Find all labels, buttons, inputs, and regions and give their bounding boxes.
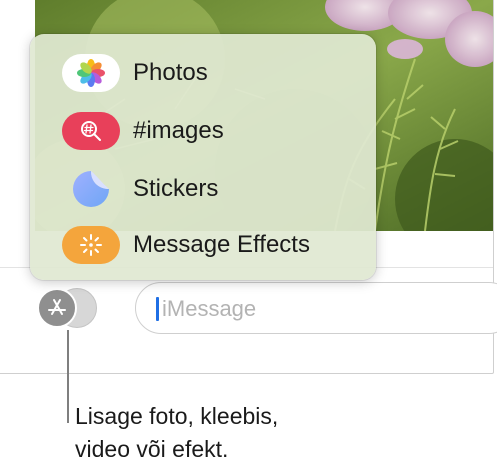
menu-item-message-effects[interactable]: Message Effects xyxy=(30,218,376,272)
images-search-icon xyxy=(62,112,120,150)
menu-item-label: Stickers xyxy=(133,175,219,202)
app-store-icon[interactable] xyxy=(37,288,77,328)
imessage-placeholder: iMessage xyxy=(162,296,257,321)
menu-item-stickers[interactable]: Stickers xyxy=(30,162,376,216)
apps-menu: Photos #images Stickers Message Effects xyxy=(30,34,376,280)
callout-caption: Lisage foto, kleebis, video või efekt. xyxy=(75,400,278,466)
imessage-input[interactable]: iMessage xyxy=(135,282,497,334)
message-effects-icon xyxy=(62,226,120,264)
apps-button[interactable] xyxy=(37,288,97,328)
stickers-icon xyxy=(62,170,120,208)
menu-item-label: Message Effects xyxy=(133,231,310,258)
photos-icon xyxy=(62,54,120,92)
menu-item-images[interactable]: #images xyxy=(30,104,376,158)
menu-item-photos[interactable]: Photos xyxy=(30,46,376,100)
menu-item-label: #images xyxy=(133,117,224,144)
text-cursor xyxy=(156,297,159,321)
menu-item-label: Photos xyxy=(133,59,208,86)
caption-line-2: video või efekt. xyxy=(75,436,229,462)
caption-line-1: Lisage foto, kleebis, xyxy=(75,403,279,429)
callout-line xyxy=(67,330,69,423)
